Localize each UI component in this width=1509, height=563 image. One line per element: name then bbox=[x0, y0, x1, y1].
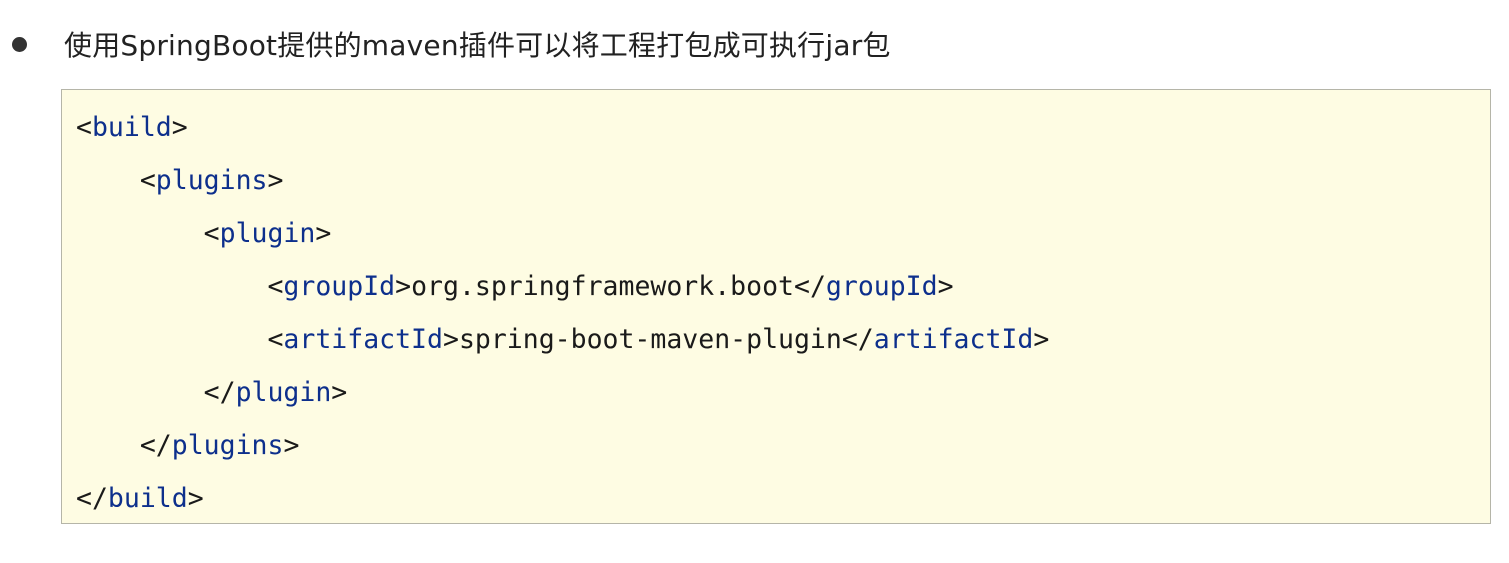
code-line: <build> bbox=[76, 112, 188, 143]
code-block: <build> <plugins> <plugin> <groupId>org.… bbox=[61, 89, 1491, 524]
xml-tag: plugins bbox=[171, 430, 284, 461]
xml-tag: groupId bbox=[825, 271, 938, 302]
code-line: </plugins> bbox=[139, 430, 300, 461]
bullet-dot-icon bbox=[12, 36, 27, 52]
xml-tag: build bbox=[107, 483, 188, 514]
code-line: <groupId>org.springframework.boot</group… bbox=[267, 271, 954, 302]
xml-tag: artifactId bbox=[283, 324, 443, 355]
xml-tag: build bbox=[91, 112, 172, 143]
xml-text-value: org.springframework.boot bbox=[411, 271, 794, 302]
xml-tag: artifactId bbox=[873, 324, 1034, 355]
code-line: <plugin> bbox=[203, 218, 332, 249]
xml-tag: plugin bbox=[235, 377, 332, 408]
code-line: </build> bbox=[76, 483, 204, 514]
xml-tag: groupId bbox=[283, 271, 396, 302]
code-line: <plugins> bbox=[139, 165, 284, 196]
code-line: </plugin> bbox=[203, 377, 348, 408]
xml-tag: plugin bbox=[219, 218, 316, 249]
bullet-text: 使用SpringBoot提供的maven插件可以将工程打包成可执行jar包 bbox=[64, 29, 891, 62]
xml-text-value: spring-boot-maven-plugin bbox=[458, 324, 842, 355]
code-line: <artifactId>spring-boot-maven-plugin</ar… bbox=[267, 324, 1050, 355]
bullet-item: 使用SpringBoot提供的maven插件可以将工程打包成可执行jar包 bbox=[10, 22, 891, 66]
xml-tag: plugins bbox=[155, 165, 268, 196]
